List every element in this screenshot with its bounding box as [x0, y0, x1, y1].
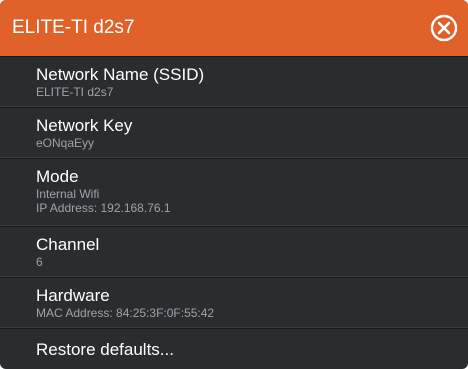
network-key-value: eONqaEyy [36, 136, 95, 150]
mode-label: Mode [36, 167, 79, 186]
wifi-settings-dialog: ELITE-TI d2s7 Network Name (SSID) ELITE-… [0, 0, 468, 369]
network-name-item[interactable]: Network Name (SSID) ELITE-TI d2s7 [0, 56, 468, 107]
ip-address-value: IP Address: 192.168.76.1 [36, 201, 171, 215]
restore-defaults-item[interactable]: Restore defaults... [0, 328, 468, 369]
dialog-header: ELITE-TI d2s7 [0, 0, 468, 56]
network-key-item[interactable]: Network Key eONqaEyy [0, 107, 468, 158]
close-button[interactable] [430, 14, 458, 42]
hardware-item[interactable]: Hardware MAC Address: 84:25:3F:0F:55:42 [0, 277, 468, 328]
settings-list: Network Name (SSID) ELITE-TI d2s7 Networ… [0, 56, 468, 369]
hardware-label: Hardware [36, 286, 110, 305]
network-name-label: Network Name (SSID) [36, 65, 205, 84]
mode-item[interactable]: Mode Internal Wifi IP Address: 192.168.7… [0, 158, 468, 226]
dialog-title: ELITE-TI d2s7 [12, 17, 135, 38]
channel-item[interactable]: Channel 6 [0, 226, 468, 277]
channel-label: Channel [36, 235, 100, 254]
channel-value: 6 [36, 255, 43, 269]
mac-address-value: MAC Address: 84:25:3F:0F:55:42 [36, 306, 215, 320]
network-key-label: Network Key [36, 116, 133, 135]
network-name-value: ELITE-TI d2s7 [36, 85, 114, 99]
restore-defaults-label: Restore defaults... [36, 340, 174, 359]
close-icon [430, 14, 458, 42]
mode-value: Internal Wifi [36, 187, 100, 201]
